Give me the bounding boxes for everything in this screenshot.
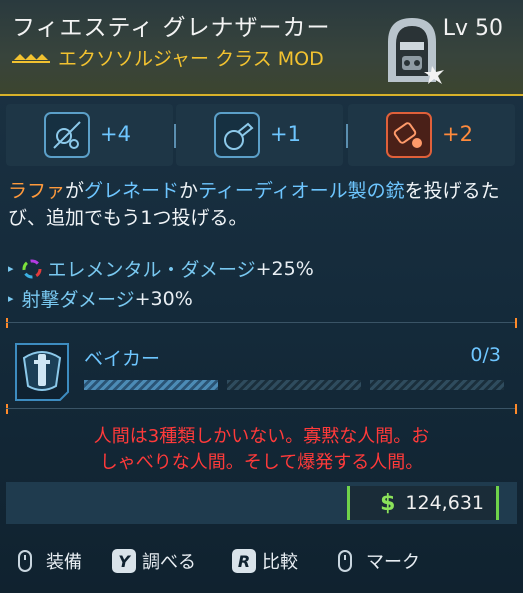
- elemental-icon: [22, 259, 42, 278]
- item-type: エクソソルジャー クラス MOD: [58, 47, 324, 70]
- exo-soldier-helmet-icon: [388, 18, 444, 84]
- key-r-icon: R: [232, 549, 256, 573]
- grenade-skill-icon: [44, 112, 90, 158]
- mark-action[interactable]: マーク: [338, 548, 420, 574]
- skill-baker-icon: [15, 343, 69, 401]
- bullet-icon: ▸: [8, 292, 14, 305]
- item-type-row: エクソソルジャー クラス MOD: [12, 44, 324, 70]
- item-header: フィエスティ グレナザーカー エクソソルジャー クラス MOD Lv 50: [0, 0, 523, 96]
- character-name: ラファ: [8, 180, 66, 202]
- price-box: $ 124,631: [347, 486, 499, 520]
- action-label: 装備: [46, 552, 82, 573]
- skill-point-bar-2: [227, 380, 361, 390]
- bonus-label: 射撃ダメージ: [21, 289, 135, 311]
- left-mouse-icon: [18, 550, 32, 572]
- action-label: マーク: [366, 552, 420, 573]
- explosive-skill-icon: [386, 112, 432, 158]
- key-y-icon: Y: [112, 549, 136, 573]
- skill-name: ベイカー: [84, 348, 161, 370]
- right-mouse-icon: [338, 550, 352, 572]
- action-label: 比較: [262, 552, 298, 573]
- bullet-icon: ▸: [8, 262, 14, 275]
- flavor-line: 人間は3種類しかいない。寡黙な人間。お: [93, 426, 430, 447]
- stat-box-3: +2: [348, 104, 515, 166]
- control-hints: 装備 Y 調べる R 比較 マーク: [0, 540, 523, 586]
- skill-point-bar-3: [370, 380, 504, 390]
- stat-box-2: +1: [176, 104, 343, 166]
- item-level: Lv 50: [442, 16, 503, 41]
- skill-point-bar-1: [84, 380, 218, 390]
- currency-icon: $: [380, 490, 396, 516]
- stat-value-3: +2: [442, 122, 473, 146]
- grenade-launcher-icon: [214, 112, 260, 158]
- keyword-grenade: グレネード: [84, 180, 180, 202]
- item-card: フィエスティ グレナザーカー エクソソルジャー クラス MOD Lv 50 +4…: [0, 0, 523, 593]
- bonus-elemental-damage: ▸ エレメンタル・ダメージ +25%: [8, 255, 314, 282]
- bonus-gun-damage: ▸ 射撃ダメージ +30%: [8, 285, 193, 312]
- section-divider: [6, 404, 517, 414]
- item-description: ラファがグレネードかティーディオール製の銃を投げるたび、追加でもう1つ投げる。: [8, 178, 513, 232]
- action-label: 調べる: [142, 552, 196, 573]
- description-text: が: [65, 180, 85, 202]
- flavor-line: しゃべりな人間。そして爆発する人間。: [99, 452, 424, 473]
- compare-action[interactable]: R 比較: [232, 548, 298, 574]
- flavor-text: 人間は3種類しかいない。寡黙な人間。お しゃべりな人間。そして爆発する人間。: [6, 424, 517, 476]
- bonus-label: エレメンタル・ダメージ: [47, 259, 256, 281]
- inspect-action[interactable]: Y 調べる: [112, 548, 196, 574]
- item-price: 124,631: [405, 492, 484, 514]
- stat-value-1: +4: [100, 122, 131, 146]
- item-name: フィエスティ グレナザーカー: [12, 15, 331, 41]
- section-divider: [6, 318, 517, 328]
- stat-bonus-row: +4 +1 +2: [6, 104, 517, 166]
- stat-box-1: +4: [6, 104, 173, 166]
- bonus-value: +25%: [255, 257, 314, 280]
- skill-points: 0/3: [470, 344, 501, 366]
- bonus-value: +30%: [134, 287, 193, 310]
- rarity-icon: [12, 54, 50, 63]
- description-text: か: [179, 180, 199, 202]
- equip-action[interactable]: 装備: [18, 548, 82, 574]
- keyword-manufacturer: ティーディオール製の銃: [198, 180, 405, 202]
- stat-value-2: +1: [270, 122, 301, 146]
